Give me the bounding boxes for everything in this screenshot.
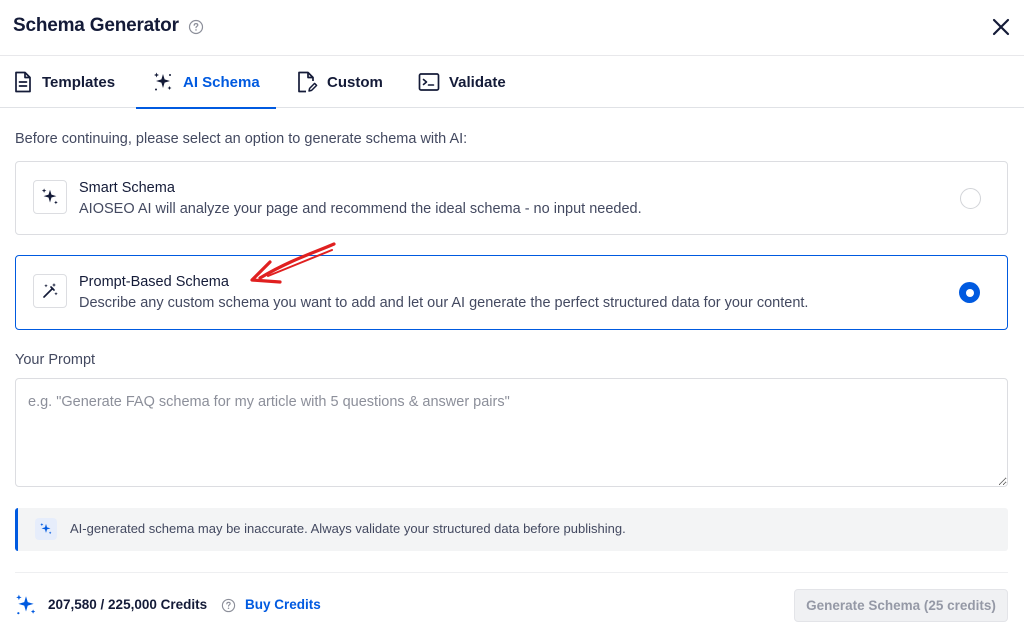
buy-credits-link[interactable]: Buy Credits [245, 597, 321, 612]
document-icon [15, 71, 31, 93]
terminal-icon [418, 73, 440, 91]
option-description: AIOSEO AI will analyze your page and rec… [79, 201, 642, 217]
tab-ai-schema[interactable]: AI Schema [136, 56, 276, 109]
sparkles-icon [40, 522, 52, 535]
option-title: Smart Schema [79, 180, 175, 196]
magic-wand-icon [43, 283, 58, 298]
file-edit-icon [298, 71, 318, 93]
close-icon[interactable] [988, 14, 1014, 40]
sparkles-icon [41, 188, 58, 205]
tab-label: Templates [42, 73, 116, 91]
notice-icon-box [35, 518, 57, 540]
ai-disclaimer-notice: AI-generated schema may be inaccurate. A… [15, 508, 1008, 551]
tab-label: AI Schema [183, 73, 260, 91]
option-description: Describe any custom schema you want to a… [79, 295, 809, 311]
credits-count: 207,580 / 225,000 Credits [48, 597, 208, 612]
modal-header: Schema Generator [0, 0, 1024, 56]
tab-templates[interactable]: Templates [13, 56, 115, 108]
tab-bar: Templates AI Schema Custom Validate [0, 56, 1024, 109]
option-icon-box [33, 180, 67, 214]
option-title: Prompt-Based Schema [79, 274, 229, 290]
radio-prompt-based-schema[interactable] [959, 282, 980, 303]
option-smart-schema[interactable]: Smart Schema AIOSEO AI will analyze your… [15, 161, 1008, 235]
sparkles-icon [16, 594, 36, 615]
generate-schema-button[interactable]: Generate Schema (25 credits) [794, 589, 1008, 622]
question-circle-icon[interactable] [188, 19, 204, 35]
tab-custom[interactable]: Custom [296, 56, 383, 108]
sparkles-icon [154, 72, 172, 91]
tab-validate[interactable]: Validate [418, 56, 506, 108]
footer-divider [15, 572, 1008, 573]
option-icon-box [33, 274, 67, 308]
tab-label: Validate [449, 73, 506, 91]
prompt-label: Your Prompt [15, 352, 96, 368]
tab-label: Custom [327, 73, 383, 91]
intro-text: Before continuing, please select an opti… [15, 131, 468, 147]
prompt-input[interactable] [15, 378, 1008, 487]
option-prompt-based-schema[interactable]: Prompt-Based Schema Describe any custom … [15, 255, 1008, 330]
modal-title: Schema Generator [13, 15, 179, 36]
question-circle-icon[interactable] [221, 598, 236, 613]
notice-text: AI-generated schema may be inaccurate. A… [70, 521, 626, 536]
radio-smart-schema[interactable] [960, 188, 981, 209]
